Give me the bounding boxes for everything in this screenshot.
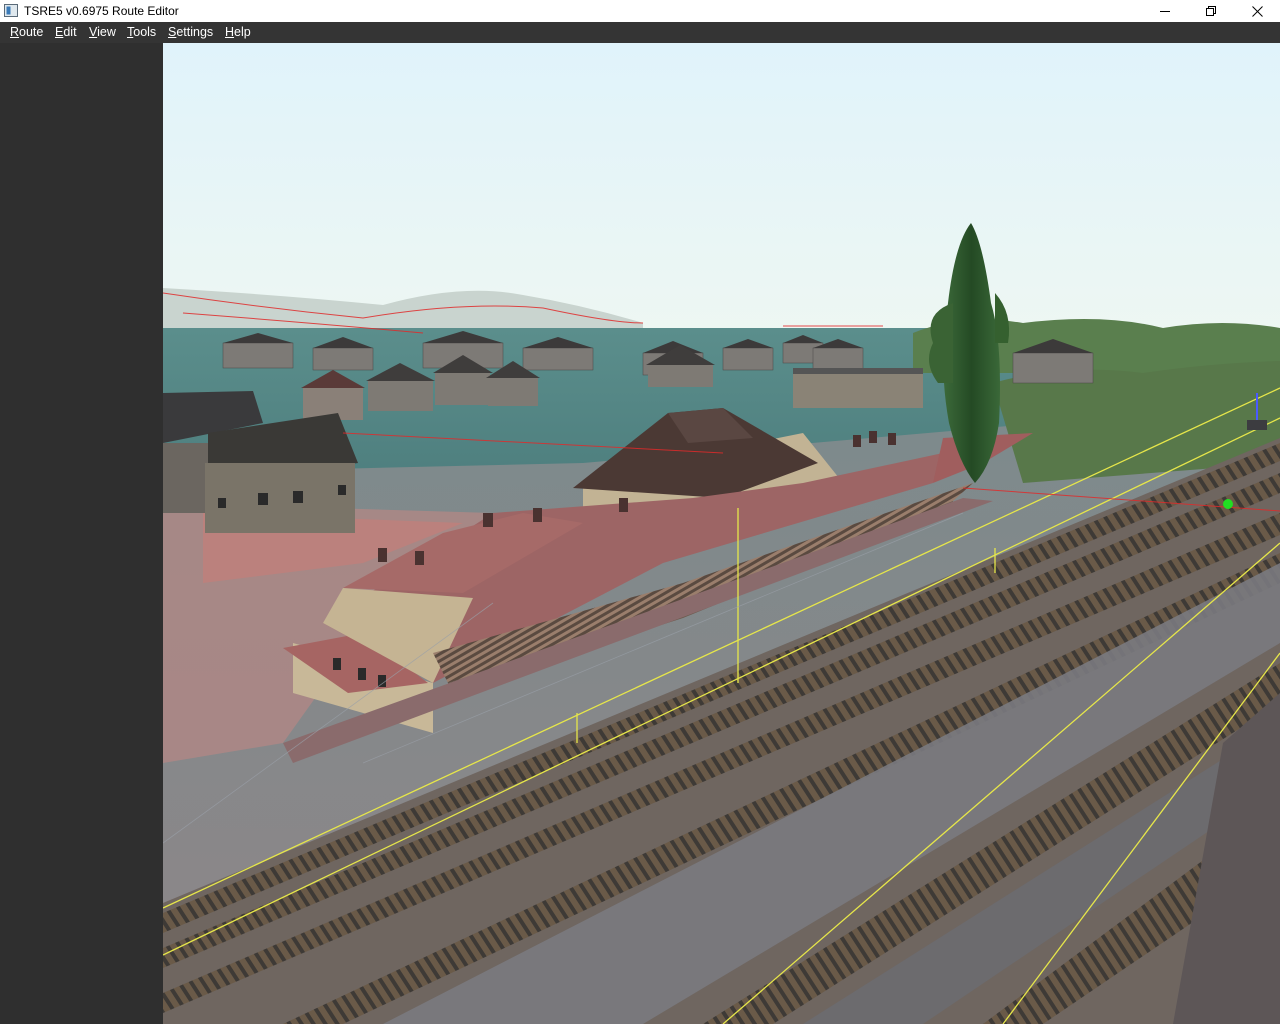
menu-view[interactable]: View (89, 25, 116, 39)
3d-viewport[interactable] (163, 43, 1280, 1024)
menu-help[interactable]: Help (225, 25, 251, 39)
menu-edit[interactable]: Edit (55, 25, 77, 39)
title-bar: TSRE5 v0.6975 Route Editor (0, 0, 1280, 22)
menu-route[interactable]: Route (10, 25, 43, 39)
left-tool-panel[interactable] (0, 43, 163, 1024)
menu-tools[interactable]: Tools (127, 25, 156, 39)
menu-settings[interactable]: Settings (168, 25, 213, 39)
restore-button[interactable] (1188, 0, 1234, 22)
selection-marker-icon[interactable] (1223, 499, 1233, 509)
close-button[interactable] (1234, 0, 1280, 22)
viewport-scene (163, 43, 1280, 1024)
app-icon (4, 4, 18, 17)
menu-bar: Route Edit View Tools Settings Help (0, 22, 1280, 43)
restore-icon (1206, 6, 1216, 16)
window-title: TSRE5 v0.6975 Route Editor (24, 4, 179, 18)
minimize-button[interactable] (1142, 0, 1188, 22)
minimize-icon (1160, 6, 1170, 16)
close-icon (1251, 5, 1263, 17)
